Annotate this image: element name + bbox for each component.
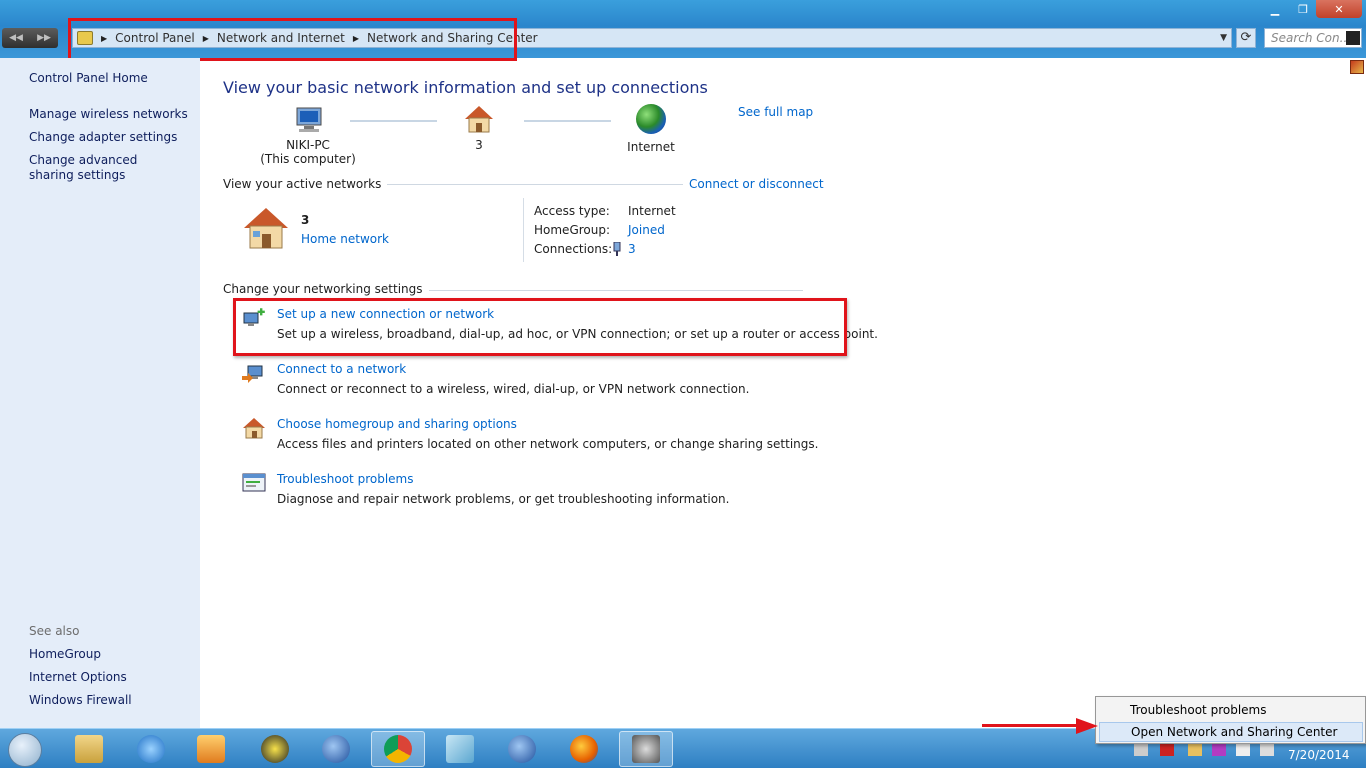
vlc-like-icon[interactable] xyxy=(248,731,302,767)
internet-label: Internet xyxy=(627,140,675,154)
media-player-icon[interactable] xyxy=(184,731,238,767)
sidebar-homegroup[interactable]: HomeGroup xyxy=(29,647,101,662)
computer-name: NIKI-PC xyxy=(286,138,330,152)
clock-date[interactable]: 7/20/2014 xyxy=(1288,748,1350,762)
search-icon[interactable] xyxy=(1346,31,1360,45)
sidebar-change-adapter[interactable]: Change adapter settings xyxy=(29,130,177,145)
ie-icon[interactable] xyxy=(124,731,178,767)
see-also-label: See also xyxy=(29,624,80,638)
sidebar-advanced-sharing[interactable]: Change advanced sharing settings xyxy=(29,153,179,183)
app-c-icon[interactable] xyxy=(309,731,363,767)
map-connector xyxy=(524,120,611,122)
sidebar-manage-wireless[interactable]: Manage wireless networks xyxy=(29,107,188,122)
task-desc: Diagnose and repair network problems, or… xyxy=(277,492,730,506)
active-networks-label: View your active networks xyxy=(223,177,388,191)
map-network[interactable]: 3 xyxy=(449,104,509,152)
tray-folder-icon[interactable] xyxy=(1188,744,1202,756)
explorer-icon[interactable] xyxy=(62,731,116,767)
map-computer[interactable]: NIKI-PC (This computer) xyxy=(258,106,358,166)
annotation-arrow xyxy=(982,724,1078,727)
close-button[interactable]: ✕ xyxy=(1316,0,1362,18)
active-network-name: 3 xyxy=(301,213,310,227)
maximize-button[interactable]: ❐ xyxy=(1290,0,1316,18)
task-title[interactable]: Troubleshoot problems xyxy=(277,472,413,486)
tray-volume-icon[interactable] xyxy=(1260,744,1274,756)
connection-icon xyxy=(612,241,622,259)
homegroup-label: HomeGroup: xyxy=(534,223,611,237)
nav-buttons: ◀◀ ▶▶ xyxy=(2,28,58,48)
chrome-icon[interactable] xyxy=(371,731,425,767)
tray-app-icon[interactable] xyxy=(1160,744,1174,756)
minimize-button[interactable]: ▁ xyxy=(1262,0,1288,18)
menu-open-sharing-center[interactable]: Open Network and Sharing Center xyxy=(1099,722,1363,742)
tray-context-menu: Troubleshoot problems Open Network and S… xyxy=(1095,696,1366,744)
refresh-button[interactable]: ⟳ xyxy=(1236,28,1256,48)
annotation-arrow-head xyxy=(1076,718,1098,734)
firefox-icon[interactable] xyxy=(557,731,611,767)
back-icon[interactable]: ◀◀ xyxy=(2,28,30,48)
home-network-icon xyxy=(242,206,290,253)
task-desc: Connect or reconnect to a wireless, wire… xyxy=(277,382,750,396)
computer-sub: (This computer) xyxy=(260,152,356,166)
connect-network-icon xyxy=(242,365,263,383)
annotation-highlight-box xyxy=(68,18,517,61)
computer-icon xyxy=(293,106,323,132)
connection-link[interactable]: 3 xyxy=(628,242,636,256)
chevron-down-icon[interactable]: ▼ xyxy=(1220,33,1227,43)
divider xyxy=(523,198,524,262)
tray-arrow-icon[interactable] xyxy=(1134,744,1148,756)
see-full-map-link[interactable]: See full map xyxy=(738,105,813,119)
connections-label: Connections: xyxy=(534,242,613,256)
access-type-label: Access type: xyxy=(534,204,610,218)
map-connector xyxy=(350,120,437,122)
task-title[interactable]: Connect to a network xyxy=(277,362,406,376)
troubleshoot-icon xyxy=(242,473,266,492)
house-icon xyxy=(463,104,495,134)
help-icon[interactable] xyxy=(1350,60,1364,74)
start-button[interactable] xyxy=(8,733,42,767)
annotation-highlight-box xyxy=(233,298,847,356)
globe-icon xyxy=(636,104,666,134)
sidebar-control-panel-home[interactable]: Control Panel Home xyxy=(29,71,148,86)
homegroup-icon xyxy=(243,418,265,439)
connect-disconnect-link[interactable]: Connect or disconnect xyxy=(683,177,824,191)
sidebar: Control Panel Home Manage wireless netwo… xyxy=(0,58,200,730)
sidebar-windows-firewall[interactable]: Windows Firewall xyxy=(29,693,132,708)
map-internet[interactable]: Internet xyxy=(621,104,681,154)
network-type-link[interactable]: Home network xyxy=(301,232,389,246)
task-desc: Access files and printers located on oth… xyxy=(277,437,819,451)
task-title[interactable]: Choose homegroup and sharing options xyxy=(277,417,517,431)
sidebar-internet-options[interactable]: Internet Options xyxy=(29,670,127,685)
app-c2-icon[interactable] xyxy=(495,731,549,767)
network-name: 3 xyxy=(475,138,483,152)
settings-app-icon[interactable] xyxy=(619,731,673,767)
menu-troubleshoot[interactable]: Troubleshoot problems xyxy=(1130,703,1266,717)
tray-app2-icon[interactable] xyxy=(1212,744,1226,756)
notepad-icon[interactable] xyxy=(433,731,487,767)
tray-network-icon[interactable] xyxy=(1236,744,1250,756)
change-settings-label: Change your networking settings xyxy=(223,282,429,296)
forward-icon[interactable]: ▶▶ xyxy=(30,28,58,48)
homegroup-joined-link[interactable]: Joined xyxy=(628,223,665,237)
page-title: View your basic network information and … xyxy=(223,78,708,97)
access-type-value: Internet xyxy=(628,204,676,218)
